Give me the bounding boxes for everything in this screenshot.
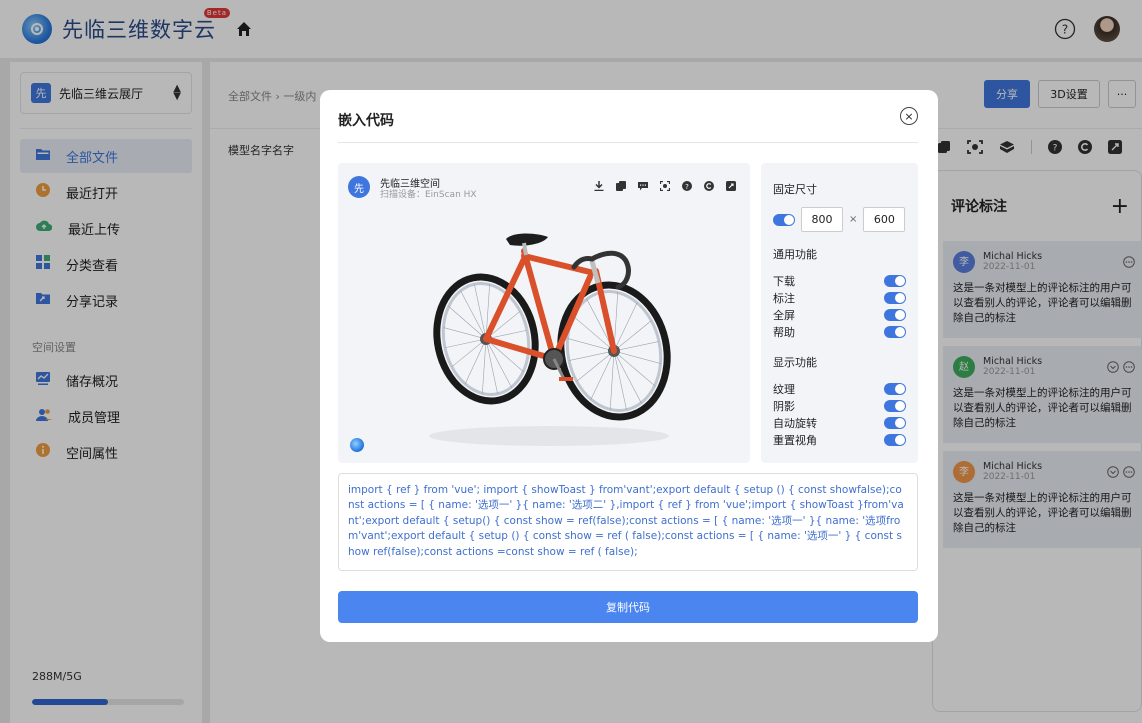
close-icon[interactable]: ×	[900, 107, 918, 125]
fixed-size-toggle[interactable]	[773, 213, 795, 226]
comment-icon[interactable]	[638, 181, 648, 191]
preview-avatar: 先	[348, 176, 370, 198]
option-row: 帮助	[773, 323, 906, 340]
option-row: 标注	[773, 289, 906, 306]
option-row: 阴影	[773, 397, 906, 414]
option-row: 全屏	[773, 306, 906, 323]
display-functions-list: 纹理阴影自动旋转重置视角	[773, 380, 906, 448]
copy-code-button[interactable]: 复制代码	[338, 591, 918, 623]
fixed-size-label: 固定尺寸	[773, 183, 817, 196]
option-toggle[interactable]	[884, 325, 906, 338]
option-row: 纹理	[773, 380, 906, 397]
divider	[338, 142, 918, 143]
option-row: 自动旋转	[773, 414, 906, 431]
option-toggle[interactable]	[884, 433, 906, 446]
option-toggle[interactable]	[884, 382, 906, 395]
preview-device: 扫描设备：EinScan HX	[380, 190, 477, 200]
height-input[interactable]: 600	[863, 207, 906, 232]
help-circle-icon[interactable]: ?	[682, 181, 692, 191]
copy-icon[interactable]	[616, 181, 626, 191]
general-functions-list: 下载 标注 全屏 帮助	[773, 272, 906, 340]
option-toggle[interactable]	[884, 308, 906, 321]
size-row: 800 × 600	[773, 207, 906, 232]
option-label: 全屏	[773, 308, 795, 322]
display-functions-label: 显示功能	[773, 356, 817, 369]
option-label: 阴影	[773, 399, 795, 413]
preview-toolbar: ?	[594, 181, 736, 191]
embed-options-panel: 固定尺寸 800 × 600 通用功能 下载标注全屏帮助 显示功能 纹理阴影自动…	[761, 163, 918, 463]
embed-code-dialog: 嵌入代码 × 先 先临三维空间 扫描设备：EinScan HX ? 固定尺寸 8…	[320, 90, 938, 642]
bicycle-model	[429, 233, 671, 446]
width-input[interactable]: 800	[801, 207, 843, 232]
watermark-logo-icon	[350, 438, 364, 452]
times-sign: ×	[849, 214, 858, 225]
option-label: 下载	[773, 274, 795, 288]
svg-text:?: ?	[685, 183, 689, 191]
embed-code-box[interactable]: import { ref } from 'vue'; import { show…	[338, 473, 918, 571]
option-label: 重置视角	[773, 433, 817, 447]
reset-icon[interactable]	[704, 181, 714, 191]
model-preview[interactable]: 先 先临三维空间 扫描设备：EinScan HX ?	[338, 163, 750, 463]
option-toggle[interactable]	[884, 399, 906, 412]
download-icon[interactable]	[594, 181, 604, 191]
focus-icon[interactable]	[660, 181, 670, 191]
option-label: 标注	[773, 291, 795, 305]
option-label: 纹理	[773, 382, 795, 396]
general-functions-label: 通用功能	[773, 248, 817, 261]
option-toggle[interactable]	[884, 416, 906, 429]
option-label: 帮助	[773, 325, 795, 339]
option-toggle[interactable]	[884, 274, 906, 287]
dialog-title: 嵌入代码	[338, 113, 394, 129]
option-row: 重置视角	[773, 431, 906, 448]
option-row: 下载	[773, 272, 906, 289]
fullscreen-icon[interactable]	[726, 181, 736, 191]
option-toggle[interactable]	[884, 291, 906, 304]
option-label: 自动旋转	[773, 416, 817, 430]
